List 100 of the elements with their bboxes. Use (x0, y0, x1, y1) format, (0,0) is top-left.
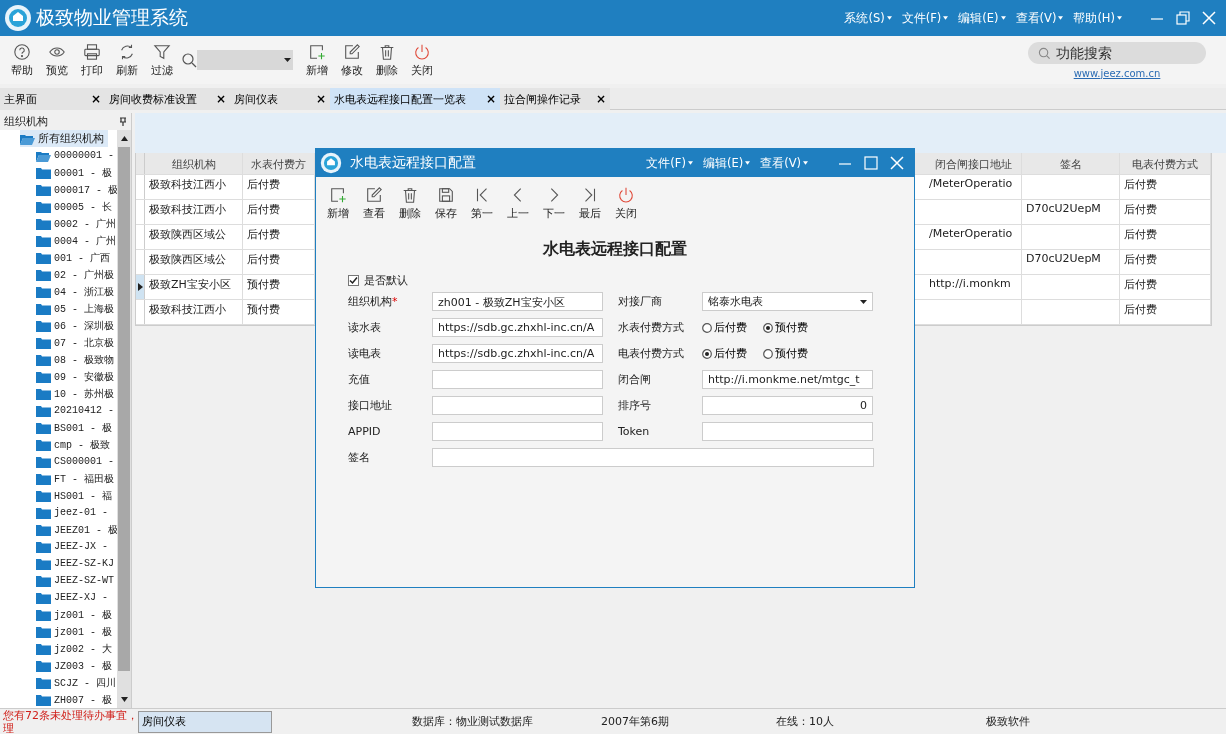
column-header[interactable]: 组织机构 (145, 153, 243, 174)
menu-item[interactable]: 文件(F) (646, 155, 693, 171)
tree-item[interactable]: HS001 - 福 (36, 487, 117, 504)
toolbar-button[interactable]: 删除 (369, 42, 404, 78)
tree-item[interactable]: 06 - 深圳极 (36, 317, 117, 334)
close-icon[interactable] (890, 156, 904, 170)
input-field[interactable] (432, 422, 603, 441)
toolbar-button[interactable]: 最后 (572, 186, 608, 221)
tree-item[interactable]: 000017 - 极 (36, 181, 117, 198)
tree-item[interactable]: 10 - 苏州极 (36, 385, 117, 402)
column-header[interactable]: 签名 (1022, 153, 1120, 174)
close-icon[interactable]: × (315, 92, 326, 106)
radio-button[interactable]: 预付费 (763, 346, 808, 361)
input-field[interactable]: zh001 - 极致ZH宝安小区 (432, 292, 603, 311)
tree-item[interactable]: ZH007 - 极 (36, 691, 117, 708)
search-field[interactable]: 功能搜索 (1028, 41, 1206, 64)
toolbar-button[interactable]: 删除 (392, 186, 428, 221)
close-icon[interactable]: × (595, 92, 606, 106)
toolbar-button[interactable]: 新增 (299, 42, 334, 78)
menu-item[interactable]: 文件(F) (901, 10, 949, 26)
input-field[interactable]: https://sdb.gc.zhxhl-inc.cn/A (432, 344, 603, 363)
toolbar-button[interactable]: 预览 (39, 42, 74, 78)
tree-item[interactable]: BS001 - 极 (36, 419, 117, 436)
toolbar-button[interactable]: 第一 (464, 186, 500, 221)
toolbar-button[interactable]: 过滤 (144, 42, 179, 78)
maximize-icon[interactable] (864, 156, 878, 170)
tab[interactable]: 房间仪表 × (230, 88, 330, 110)
restore-icon[interactable] (1176, 11, 1190, 25)
row-indicator[interactable] (136, 275, 145, 299)
tree-item[interactable]: jz001 - 极 (36, 623, 117, 640)
menu-item[interactable]: 帮助(H) (1073, 10, 1122, 26)
tree-item[interactable]: 00005 - 长 (36, 198, 117, 215)
tree-item[interactable]: JEEZ-JX - (36, 538, 117, 555)
tree-item[interactable]: JEEZ01 - 极 (36, 521, 117, 538)
column-header[interactable]: 电表付费方式 (1120, 153, 1211, 174)
tree-item[interactable]: JZ003 - 极 (36, 657, 117, 674)
tab[interactable]: 房间收费标准设置 × (105, 88, 230, 110)
toolbar-button[interactable]: 新增 (320, 186, 356, 221)
tree-item[interactable]: 02 - 广州极 (36, 266, 117, 283)
toolbar-button[interactable]: 查看 (356, 186, 392, 221)
tree-item[interactable]: 001 - 广西 (36, 249, 117, 266)
column-header[interactable]: 闭合闸接口地址 (925, 153, 1022, 174)
tree-item[interactable]: 04 - 浙江极 (36, 283, 117, 300)
input-field[interactable] (702, 422, 873, 441)
tree-item[interactable]: jz002 - 大 (36, 640, 117, 657)
menu-item[interactable]: 系统(S) (844, 10, 892, 26)
close-icon[interactable]: × (485, 92, 496, 106)
tree-item[interactable]: 20210412 - (36, 402, 117, 419)
dropdown-field[interactable]: 铭泰水电表 (702, 292, 873, 311)
tree-item[interactable]: 00001 - 极 (36, 164, 117, 181)
toolbar-button[interactable]: 刷新 (109, 42, 144, 78)
menu-item[interactable]: 查看(V) (760, 155, 808, 171)
toolbar-button[interactable]: 打印 (74, 42, 109, 78)
toolbar-button[interactable]: 修改 (334, 42, 369, 78)
toolbar-button[interactable]: 帮助 (4, 42, 39, 78)
tree-item[interactable]: 05 - 上海极 (36, 300, 117, 317)
tree-item[interactable]: CS000001 - (36, 453, 117, 470)
tree-item[interactable]: JEEZ-XJ - (36, 589, 117, 606)
website-link[interactable]: www.jeez.com.cn (1073, 67, 1161, 79)
scrollbar[interactable] (117, 130, 131, 708)
tree-item[interactable]: 07 - 北京极 (36, 334, 117, 351)
tree-item[interactable]: JEEZ-SZ-WT (36, 572, 117, 589)
toolbar-button[interactable]: 保存 (428, 186, 464, 221)
tree-item[interactable]: 0002 - 广州 (36, 215, 117, 232)
tab[interactable]: 主界面 × (0, 88, 105, 110)
menu-item[interactable]: 编辑(E) (958, 10, 1006, 26)
toolbar-button[interactable]: 关闭 (608, 186, 644, 221)
input-field[interactable]: 0 (702, 396, 873, 415)
close-icon[interactable] (1202, 11, 1216, 25)
input-field[interactable] (432, 370, 603, 389)
tree-item[interactable]: FT - 福田极 (36, 470, 117, 487)
input-field[interactable] (432, 396, 603, 415)
tree-item[interactable]: jeez-01 - (36, 504, 117, 521)
tree-item[interactable]: 0004 - 广州 (36, 232, 117, 249)
tree-item[interactable]: cmp - 极致 (36, 436, 117, 453)
tree-item[interactable]: 所有组织机构 (20, 130, 108, 147)
tree-item[interactable]: jz001 - 极 (36, 606, 117, 623)
tree-item[interactable]: JEEZ-SZ-KJ (36, 555, 117, 572)
taskbar-item[interactable]: 房间仪表 (138, 710, 272, 733)
radio-button[interactable]: 后付费 (702, 346, 747, 361)
close-icon[interactable]: × (215, 92, 226, 106)
tree-item[interactable]: 09 - 安徽极 (36, 368, 117, 385)
close-icon[interactable]: × (90, 92, 101, 106)
toolbar-button[interactable]: 关闭 (404, 42, 439, 78)
checkbox[interactable] (348, 274, 359, 286)
radio-button[interactable]: 后付费 (702, 320, 747, 335)
tree-item[interactable]: 00000001 - (36, 147, 117, 164)
radio-button[interactable]: 预付费 (763, 320, 808, 335)
tree-item[interactable]: 08 - 极致物 (36, 351, 117, 368)
pin-icon[interactable] (119, 117, 127, 126)
menu-item[interactable]: 查看(V) (1015, 10, 1064, 26)
toolbar-button[interactable]: 上一 (500, 186, 536, 221)
input-field[interactable] (432, 448, 874, 467)
menu-item[interactable]: 编辑(E) (702, 155, 751, 171)
tab[interactable]: 水电表远程接口配置一览表 × (330, 88, 500, 110)
input-field[interactable]: http://i.monkme.net/mtgc_t (702, 370, 873, 389)
input-field[interactable]: https://sdb.gc.zhxhl-inc.cn/A (432, 318, 603, 337)
combo-field[interactable] (197, 50, 293, 70)
tab[interactable]: 拉合闸操作记录 × (500, 88, 610, 110)
toolbar-button[interactable]: 下一 (536, 186, 572, 221)
